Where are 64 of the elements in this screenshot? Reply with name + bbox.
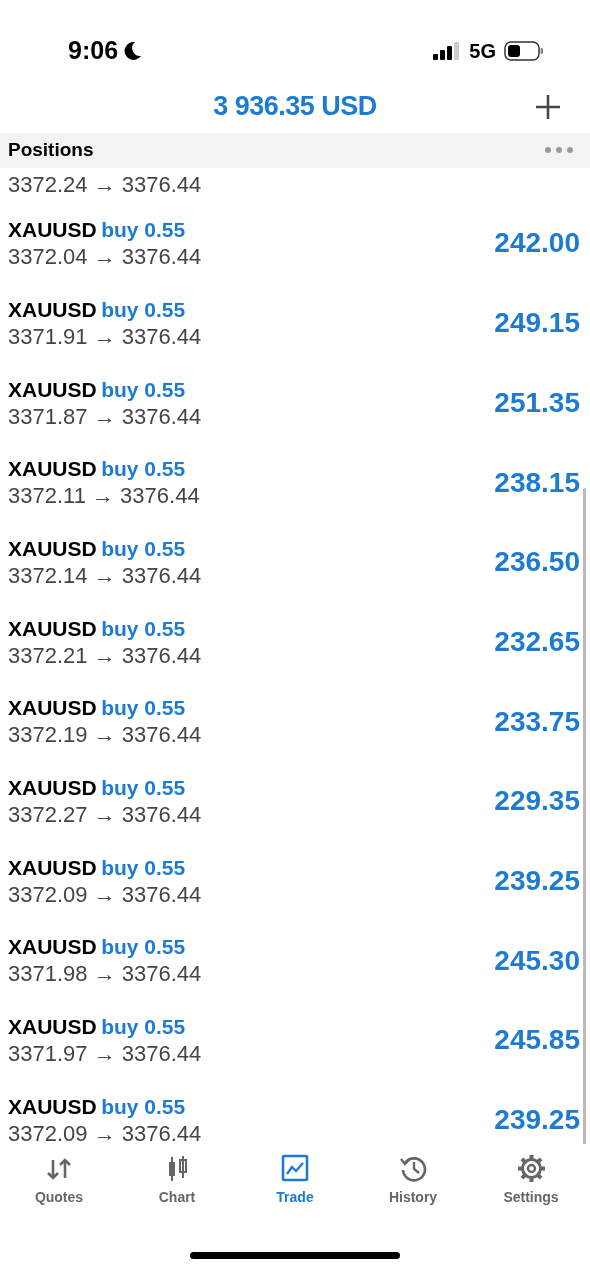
account-balance: 3 936.35 USD bbox=[213, 89, 377, 123]
symbol: XAUUSD bbox=[8, 457, 97, 481]
profit-value: 249.15 bbox=[494, 306, 580, 341]
trade-side: buy 0.55 bbox=[101, 377, 186, 401]
price-range: 3372.09 → 3376.44 bbox=[8, 1120, 202, 1144]
symbol: XAUUSD bbox=[8, 776, 97, 800]
trade-side: buy 0.55 bbox=[101, 537, 186, 560]
symbol: XAUUSD bbox=[8, 218, 97, 242]
trade-side: buy 0.55 bbox=[101, 218, 186, 242]
price-range: 3372.11 → 3376.44 bbox=[8, 483, 200, 510]
symbol: XAUUSD bbox=[8, 855, 97, 879]
clock-time: 9:06 bbox=[68, 34, 119, 66]
section-title: Positions bbox=[8, 138, 94, 163]
symbol: XAUUSD bbox=[8, 297, 97, 321]
tab-bar-item[interactable]: Settings bbox=[472, 1153, 590, 1221]
price-range: 3372.09 → 3376.44 bbox=[8, 881, 202, 909]
add-icon[interactable] bbox=[534, 93, 562, 122]
price-range: 3372.24 → 3376.44 bbox=[8, 172, 202, 199]
trade-side: buy 0.55 bbox=[101, 935, 186, 959]
price-range: 3372.04 → 3376.44 bbox=[8, 244, 202, 271]
price-range: 3372.14 → 3376.44 bbox=[8, 563, 202, 590]
tab-bar-item[interactable]: Trade bbox=[236, 1153, 354, 1221]
symbol: XAUUSD bbox=[8, 1094, 97, 1118]
symbol: XAUUSD bbox=[8, 616, 97, 640]
trade-side: buy 0.55 bbox=[101, 1015, 186, 1039]
profit-value: 232.65 bbox=[494, 624, 580, 659]
price-range: 3372.27 → 3376.44 bbox=[8, 802, 202, 829]
profit-value: 239.25 bbox=[494, 863, 580, 898]
signal-icon bbox=[433, 41, 462, 60]
price-range: 3372.21 → 3376.44 bbox=[8, 642, 202, 670]
trade-side: buy 0.55 bbox=[101, 1094, 186, 1118]
profit-value: 233.75 bbox=[494, 704, 580, 739]
trade-side: buy 0.55 bbox=[101, 297, 186, 321]
profit-value: 238.15 bbox=[494, 465, 580, 500]
profit-value: 229.35 bbox=[494, 784, 580, 819]
moon-icon bbox=[122, 39, 143, 62]
price-range: 3371.98 → 3376.44 bbox=[8, 961, 202, 988]
price-range: 3371.91 → 3376.44 bbox=[8, 323, 202, 351]
tab-bar-item[interactable]: Chart bbox=[118, 1153, 236, 1221]
price-range: 3371.87 → 3376.44 bbox=[8, 403, 202, 430]
profit-value: 251.35 bbox=[494, 385, 580, 420]
network-label: 5G bbox=[469, 38, 496, 64]
price-range: 3371.97 → 3376.44 bbox=[8, 1041, 202, 1068]
symbol: XAUUSD bbox=[8, 696, 97, 720]
tab-bar-item[interactable]: Quotes bbox=[0, 1153, 118, 1221]
trade-side: buy 0.55 bbox=[101, 457, 186, 481]
battery-icon bbox=[504, 40, 544, 61]
symbol: XAUUSD bbox=[8, 935, 97, 959]
profit-value: 239.25 bbox=[494, 1103, 580, 1137]
profit-value: 236.50 bbox=[494, 545, 580, 580]
profit-value: 245.30 bbox=[494, 943, 580, 978]
symbol: XAUUSD bbox=[8, 377, 97, 401]
trade-side: buy 0.55 bbox=[101, 776, 186, 800]
tab-bar-item[interactable]: History bbox=[354, 1153, 472, 1221]
profit-value: 242.00 bbox=[494, 226, 580, 261]
price-range: 3372.19 → 3376.44 bbox=[8, 722, 202, 749]
trade-side: buy 0.55 bbox=[101, 696, 186, 720]
more-icon[interactable] bbox=[544, 146, 574, 155]
trade-side: buy 0.55 bbox=[101, 616, 186, 640]
trade-side: buy 0.55 bbox=[101, 855, 186, 879]
profit-value: 245.85 bbox=[494, 1023, 580, 1058]
settings-icon bbox=[516, 1153, 546, 1183]
symbol: XAUUSD bbox=[8, 537, 97, 560]
symbol: XAUUSD bbox=[8, 1015, 97, 1039]
